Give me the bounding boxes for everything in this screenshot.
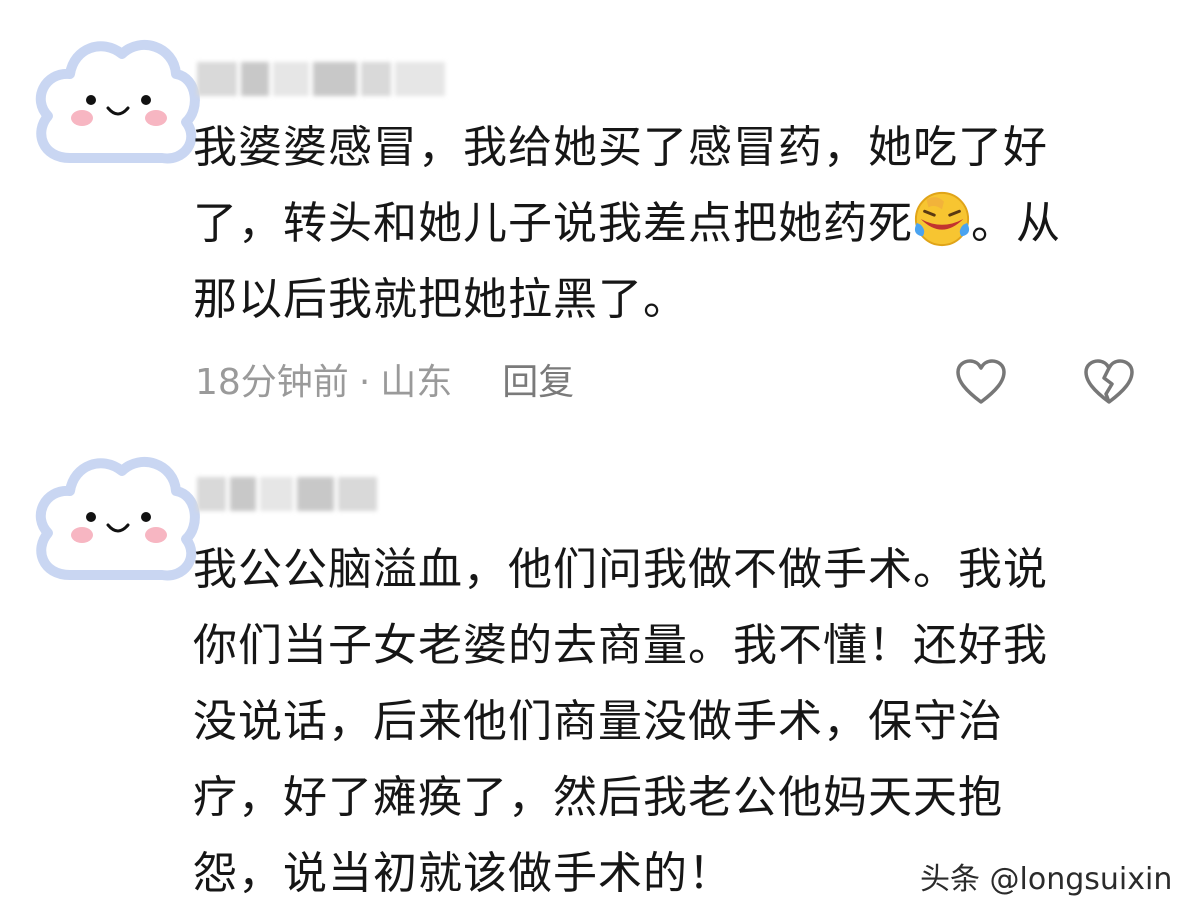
avatar[interactable] bbox=[30, 447, 200, 597]
comment-line: 你们当子女老婆的去商量。我不懂！还好我 bbox=[193, 620, 1048, 671]
username-blurred[interactable] bbox=[197, 477, 377, 511]
comment-line: 疗，好了瘫痪了，然后我老公他妈天天抱 bbox=[193, 772, 1003, 823]
watermark: 头条 @longsuixin bbox=[920, 862, 1173, 897]
cloud-face-avatar-icon bbox=[35, 457, 200, 581]
comment-line: 我公公脑溢血，他们问我做不做手术。我说 bbox=[193, 544, 1048, 595]
comment-line: 没说话，后来他们商量没做手术，保守治 bbox=[193, 696, 1003, 747]
comment-item: 我公公脑溢血，他们问我做不做手术。我说 你们当子女老婆的去商量。我不懂！还好我 … bbox=[0, 0, 1198, 920]
comment-text: 我公公脑溢血，他们问我做不做手术。我说 你们当子女老婆的去商量。我不懂！还好我 … bbox=[193, 532, 1133, 912]
